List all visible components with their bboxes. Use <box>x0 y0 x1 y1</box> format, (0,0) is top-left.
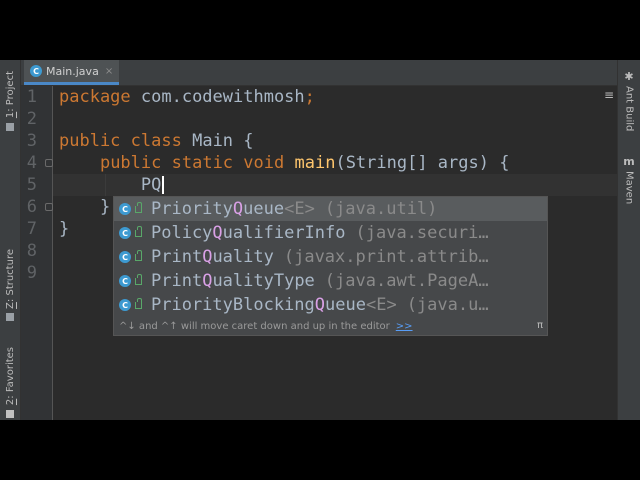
lock-icon <box>135 273 142 285</box>
completion-item[interactable]: C PriorityBlockingQueue <E> (java.u… <box>114 293 547 317</box>
favorites-tool-label: 2: Favorites <box>4 347 16 406</box>
pi-icon[interactable]: π <box>537 320 543 331</box>
line-number: 8 <box>26 241 37 261</box>
line-number: 6 <box>26 197 37 217</box>
class-c-icon: C <box>119 275 131 287</box>
structure-tool-label: Z: Structure <box>4 249 16 309</box>
typed-text: PQ <box>140 175 162 195</box>
code-line-5: PQ <box>59 174 165 196</box>
lock-icon <box>135 225 142 237</box>
completion-hint: ^↓ and ^↑ will move caret down and up in… <box>119 320 390 332</box>
code-line-3: public class Main { <box>59 131 254 151</box>
editor-tab-bar: C Main.java × <box>21 60 618 86</box>
class-c-icon: C <box>119 203 131 215</box>
class-c-icon: C <box>30 65 42 77</box>
close-icon[interactable]: × <box>105 66 113 77</box>
lock-icon <box>135 297 142 309</box>
fold-icon[interactable] <box>45 159 53 167</box>
star-icon <box>6 409 14 418</box>
text-caret <box>162 176 165 194</box>
ant-build-tool-tab[interactable]: ✱ Ant Build <box>618 70 640 131</box>
right-tool-strip: ✱ Ant Build m Maven <box>617 60 640 420</box>
project-tool-label: 1: Project <box>4 71 16 119</box>
code-line-4: public static void main(String[] args) { <box>99 153 510 173</box>
editor-menu-icon[interactable]: ≡ <box>604 88 614 102</box>
ant-build-label: Ant Build <box>623 86 635 132</box>
favorites-tool-tab[interactable]: 2: Favorites <box>0 345 20 420</box>
code-line-1: package com.codewithmosh; <box>59 87 315 107</box>
left-tool-strip: 1: Project Z: Structure 2: Favorites <box>0 60 21 420</box>
line-number: 4 <box>26 153 37 173</box>
tab-main-java[interactable]: C Main.java × <box>24 60 120 85</box>
maven-label: Maven <box>623 171 635 205</box>
line-number: 2 <box>26 109 37 129</box>
code-line-6: } <box>99 197 111 217</box>
completion-more-link[interactable]: >> <box>396 321 413 332</box>
maven-icon: m <box>623 155 635 168</box>
ide-window: 1: Project Z: Structure 2: Favorites C M… <box>0 60 640 420</box>
line-number: 7 <box>26 219 37 239</box>
tab-label: Main.java <box>46 64 99 78</box>
project-tool-tab[interactable]: 1: Project <box>0 66 20 136</box>
line-number-gutter: 1 2 3 4 5 6 7 8 9 <box>21 86 53 420</box>
line-number: 3 <box>26 131 37 151</box>
completion-item[interactable]: C PriorityQueue <E> (java.util) <box>114 197 547 221</box>
lock-icon <box>135 201 142 213</box>
structure-icon <box>6 312 14 321</box>
class-c-icon: C <box>119 299 131 311</box>
completion-item[interactable]: C PolicyQualifierInfo (java.securi… <box>114 221 547 245</box>
folder-icon <box>6 122 14 131</box>
code-line-7: } <box>59 219 70 239</box>
class-c-icon: C <box>119 251 131 263</box>
fold-icon[interactable] <box>45 203 53 211</box>
line-number: 5 <box>26 175 37 195</box>
completion-item[interactable]: C PrintQuality (javax.print.attrib… <box>114 245 547 269</box>
line-number: 1 <box>26 87 37 107</box>
class-c-icon: C <box>119 227 131 239</box>
structure-tool-tab[interactable]: Z: Structure <box>0 245 20 325</box>
lock-icon <box>135 249 142 261</box>
code-completion-popup[interactable]: C PriorityQueue <E> (java.util) C PolicyQ… <box>113 196 548 336</box>
completion-footer: ^↓ and ^↑ will move caret down and up in… <box>114 317 547 335</box>
maven-tool-tab[interactable]: m Maven <box>618 155 640 204</box>
completion-item[interactable]: C PrintQualityType (java.awt.PageA… <box>114 269 547 293</box>
ant-icon: ✱ <box>624 70 634 83</box>
line-number: 9 <box>26 263 37 283</box>
